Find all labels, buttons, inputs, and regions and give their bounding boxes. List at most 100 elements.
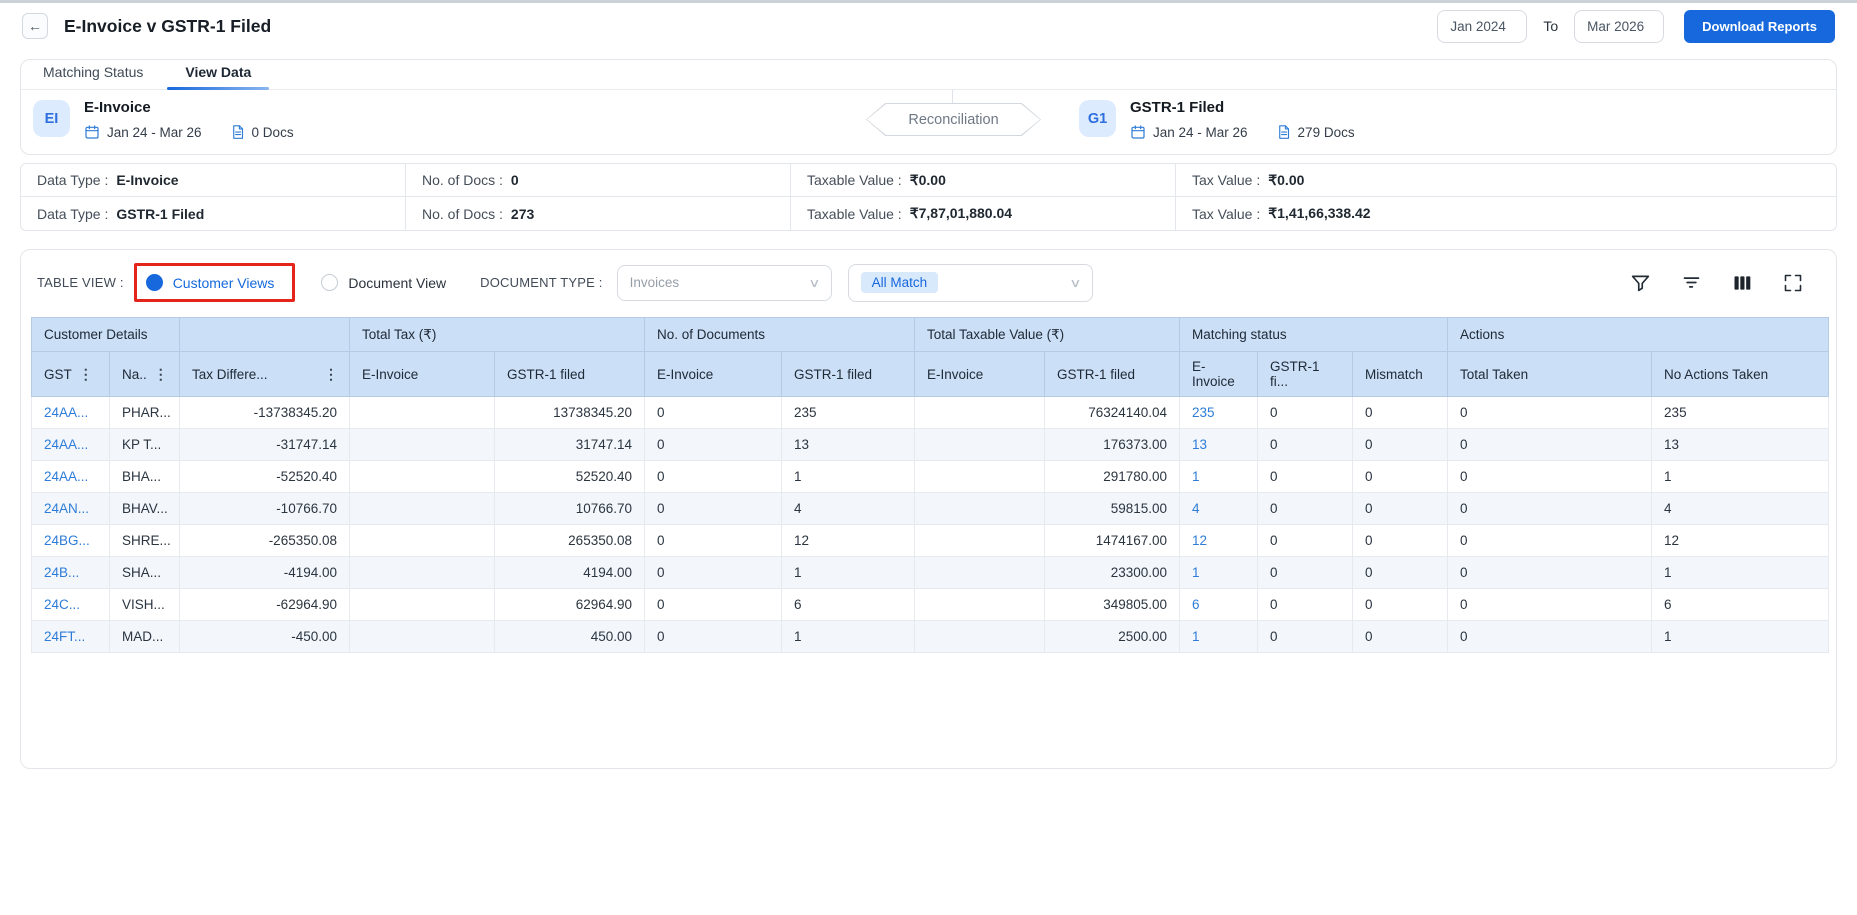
summary-value: ₹7,87,01,880.04 xyxy=(909,205,1013,221)
cell-match-einvoice[interactable]: 1 xyxy=(1179,460,1259,493)
cell-match-einvoice[interactable]: 6 xyxy=(1179,588,1259,621)
calendar-icon xyxy=(85,125,99,139)
cell-tax-difference: -31747.14 xyxy=(179,428,350,461)
document-type-value: Invoices xyxy=(629,275,680,290)
table-row: 24AA... BHA... -52520.40 52520.40 0 1 291780.0… xyxy=(31,460,1830,493)
date-to-input[interactable] xyxy=(1574,9,1665,43)
summary-docs-gstr1: No. of Docs : 273 xyxy=(406,197,791,230)
document-view-label: Document View xyxy=(348,274,447,291)
cell-gst[interactable]: 24AN... xyxy=(31,492,110,525)
cell-taxable-gstr1filed: 176373.00 xyxy=(1044,428,1181,461)
cell-match-einvoice[interactable]: 235 xyxy=(1179,396,1259,429)
column-header-no-actions-taken: No Actions Taken xyxy=(1651,351,1830,397)
reconciliation-sources-row: EI E-Invoice Jan 24 - Mar 26 0 Docs Reco… xyxy=(21,90,1836,154)
table-row: 24C... VISH... -62964.90 62964.90 0 6 349805.0… xyxy=(31,588,1830,621)
radio-unselected-icon[interactable] xyxy=(321,274,339,291)
cell-match-gstr1filed: 0 xyxy=(1257,492,1354,525)
document-type-select[interactable]: Invoices ∨ xyxy=(616,264,832,301)
radio-option-customer-views[interactable]: Customer Views xyxy=(145,274,274,291)
cell-taxable-einvoice xyxy=(914,556,1046,589)
column-view-icon[interactable] xyxy=(1731,272,1753,294)
kebab-menu-icon[interactable]: ⋮ xyxy=(324,366,338,383)
table-toolbar xyxy=(1629,272,1820,294)
reconciliation-table-wrap: Customer Details Total Tax (₹) No. of Docu… xyxy=(31,317,1830,653)
cell-docs-gstr1filed: 13 xyxy=(780,428,916,461)
cell-gst[interactable]: 24AA... xyxy=(31,428,110,461)
column-label: GSTR-1 filed xyxy=(507,366,586,382)
summary-label: Tax Value : xyxy=(1192,205,1261,222)
tab-view-data[interactable]: View Data xyxy=(167,60,270,90)
column-label: Na.. xyxy=(122,366,147,382)
cell-match-einvoice[interactable]: 4 xyxy=(1179,492,1259,525)
cell-total-taken: 0 xyxy=(1447,556,1653,589)
column-label: GSTR-1 filed xyxy=(1057,366,1136,382)
cell-tax-difference: -62964.90 xyxy=(179,588,350,621)
cell-docs-einvoice: 0 xyxy=(644,556,782,589)
cell-total-tax-gstr1filed: 265350.08 xyxy=(494,524,645,557)
column-header-match-einvoice: E-Invoice xyxy=(1179,351,1259,397)
cell-no-actions-taken: 1 xyxy=(1651,620,1830,653)
reconciliation-label: Reconciliation xyxy=(867,104,1040,135)
column-group-header: Total Tax (₹) xyxy=(349,317,645,352)
cell-match-gstr1filed: 0 xyxy=(1257,588,1354,621)
chevron-down-icon: ∨ xyxy=(808,275,821,290)
radio-selected-icon[interactable] xyxy=(145,274,163,291)
cell-gst[interactable]: 24AA... xyxy=(31,396,110,429)
cell-name: SHA... xyxy=(109,556,180,589)
cell-docs-gstr1filed: 4 xyxy=(780,492,916,525)
cell-total-tax-einvoice xyxy=(349,524,495,557)
back-button[interactable]: ← xyxy=(22,13,48,39)
cell-docs-einvoice: 0 xyxy=(644,396,782,429)
cell-match-einvoice[interactable]: 1 xyxy=(1179,556,1259,589)
filter-lines-icon[interactable] xyxy=(1680,272,1702,294)
cell-total-tax-einvoice xyxy=(349,556,495,589)
gstr1-date-range: Jan 24 - Mar 26 xyxy=(1153,124,1248,140)
cell-no-actions-taken: 235 xyxy=(1651,396,1830,429)
cell-gst[interactable]: 24C... xyxy=(31,588,110,621)
table-row: 24B... SHA... -4194.00 4194.00 0 1 23300.00 1 0 0… xyxy=(31,556,1830,589)
funnel-icon[interactable] xyxy=(1629,272,1651,294)
source-divider xyxy=(952,90,953,103)
cell-total-tax-gstr1filed: 62964.90 xyxy=(494,588,645,621)
kebab-menu-icon[interactable]: ⋮ xyxy=(79,366,93,383)
cell-docs-einvoice: 0 xyxy=(644,588,782,621)
radio-option-document-view[interactable]: Document View xyxy=(321,274,446,291)
column-label: E-Invoice xyxy=(657,366,714,382)
cell-gst[interactable]: 24FT... xyxy=(31,620,110,653)
cell-gst[interactable]: 24BG... xyxy=(31,524,110,557)
cell-gst[interactable]: 24B... xyxy=(31,556,110,589)
date-from-input[interactable] xyxy=(1437,9,1528,43)
cell-name: BHA... xyxy=(109,460,180,493)
cell-tax-difference: -52520.40 xyxy=(179,460,350,493)
reconciliation-table: Customer Details Total Tax (₹) No. of Docu… xyxy=(31,317,1830,653)
cell-gst[interactable]: 24AA... xyxy=(31,460,110,493)
kebab-menu-icon[interactable]: ⋮ xyxy=(154,366,168,383)
match-filter-select[interactable]: All Match ∨ xyxy=(847,263,1093,302)
cell-tax-difference: -13738345.20 xyxy=(179,396,350,429)
summary-label: No. of Docs : xyxy=(422,172,503,188)
summary-docs-einvoice: No. of Docs : 0 xyxy=(406,164,791,197)
cell-no-actions-taken: 1 xyxy=(1651,556,1830,589)
cell-taxable-gstr1filed: 349805.00 xyxy=(1044,588,1181,621)
cell-mismatch: 0 xyxy=(1352,460,1449,493)
cell-match-einvoice[interactable]: 12 xyxy=(1179,524,1259,557)
column-label: GSTR-1 fi... xyxy=(1270,359,1320,389)
table-row: 24AA... PHAR... -13738345.20 13738345.20 0 23… xyxy=(31,396,1830,429)
table-row: 24AN... BHAV... -10766.70 10766.70 0 4 59815.0… xyxy=(31,492,1830,525)
cell-docs-gstr1filed: 1 xyxy=(780,460,916,493)
summary-label: Taxable Value : xyxy=(807,172,902,188)
column-header-mismatch: Mismatch xyxy=(1352,351,1449,397)
summary-label: No. of Docs : xyxy=(422,205,503,222)
column-group-header: Customer Details xyxy=(31,317,180,352)
tab-matching-status[interactable]: Matching Status xyxy=(41,60,145,89)
table-controls: TABLE VIEW : Customer Views Document Vie… xyxy=(21,250,1836,302)
cell-total-tax-gstr1filed: 52520.40 xyxy=(494,460,645,493)
fullscreen-icon[interactable] xyxy=(1782,272,1804,294)
download-reports-button[interactable]: Download Reports xyxy=(1684,9,1835,43)
cell-name: VISH... xyxy=(109,588,180,621)
cell-match-einvoice[interactable]: 1 xyxy=(1179,620,1259,653)
tab-bar: Matching Status View Data xyxy=(21,60,1836,90)
cell-match-einvoice[interactable]: 13 xyxy=(1179,428,1259,461)
cell-total-tax-gstr1filed: 10766.70 xyxy=(494,492,645,525)
cell-total-taken: 0 xyxy=(1447,524,1653,557)
